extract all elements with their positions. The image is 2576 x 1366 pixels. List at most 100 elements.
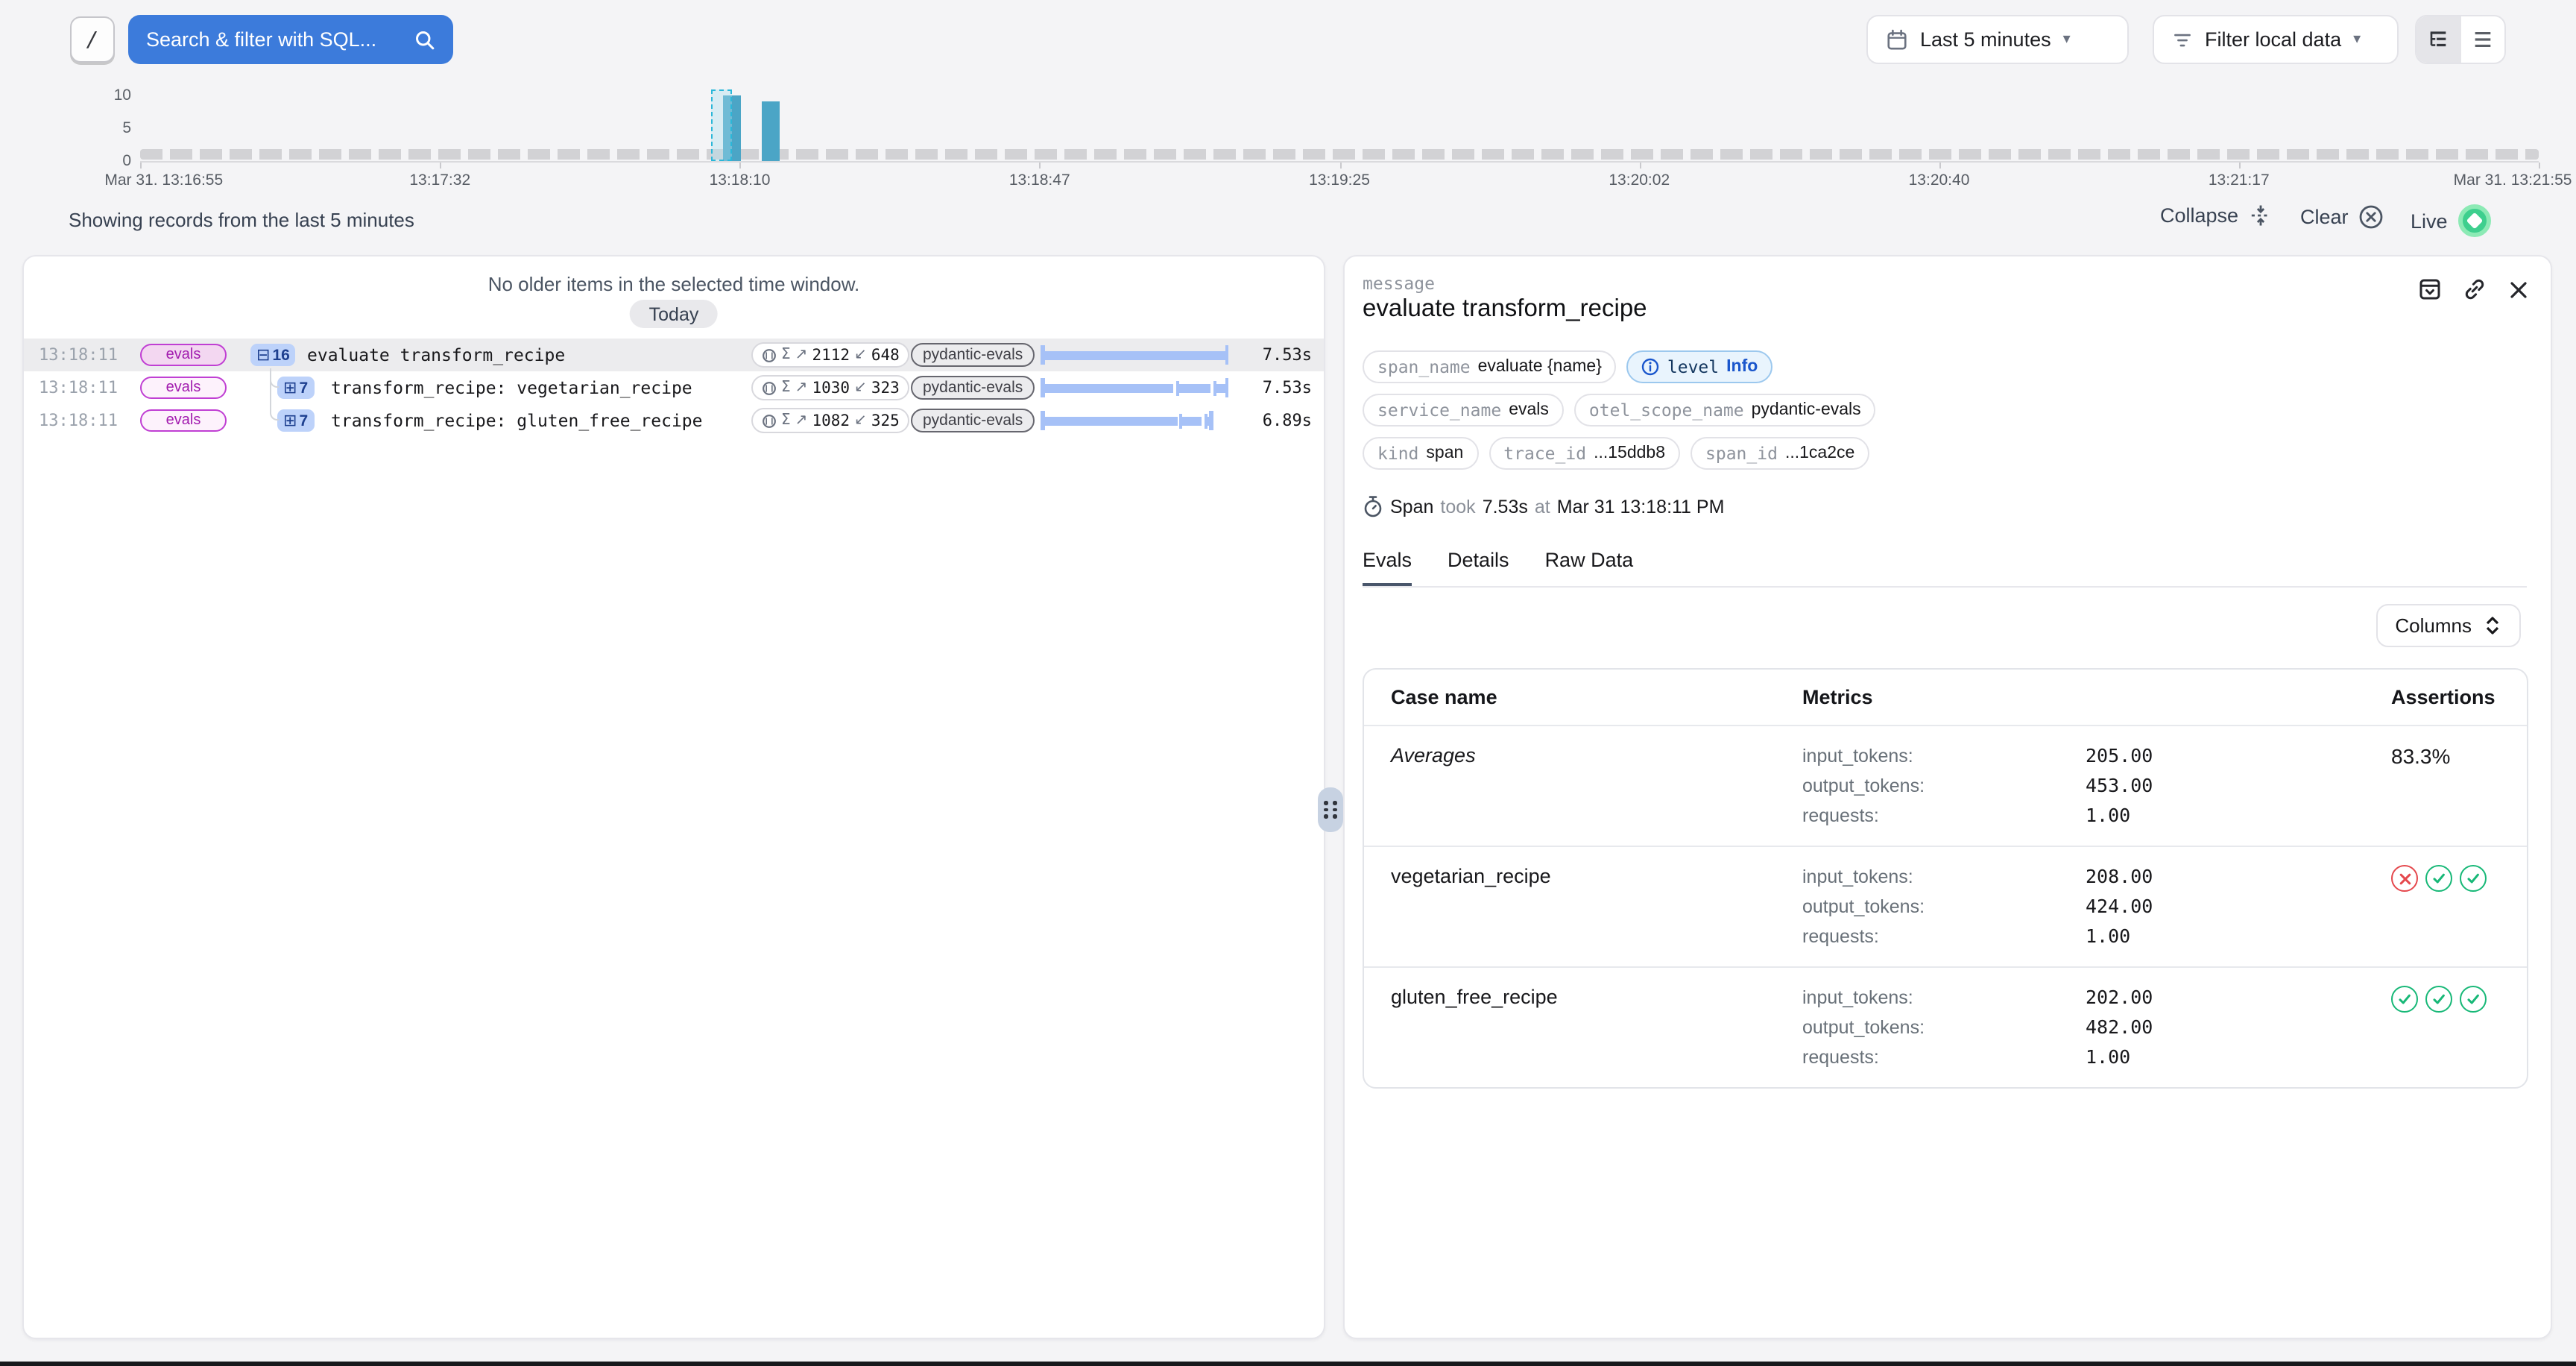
x-tick-mark xyxy=(2539,163,2540,169)
date-pill-today[interactable]: Today xyxy=(630,300,719,328)
span-timing-line: Span took 7.53s at Mar 31 13:18:11 PM xyxy=(1363,495,1724,517)
record-kind-label: message xyxy=(1363,273,1435,294)
timing-duration: 7.53s xyxy=(1483,496,1528,517)
histogram-bar[interactable] xyxy=(762,102,780,161)
timing-prefix: Span xyxy=(1390,496,1433,517)
assertions-percentage: 83.3% xyxy=(2391,741,2500,831)
span-message: transform_recipe: vegetarian_recipe xyxy=(331,377,692,398)
input-tokens: 1030 xyxy=(812,379,850,397)
attr-kind[interactable]: kind span xyxy=(1363,437,1478,470)
trace-row-child[interactable]: 13:18:11 evals ⊞ 7 transform_recipe: glu… xyxy=(24,404,1324,437)
x-tick-mark xyxy=(140,163,142,169)
timeline-histogram[interactable]: 1050 Mar 31. 13:16:5513:17:3213:18:1013:… xyxy=(0,72,2576,200)
attr-span-id[interactable]: span_id ...1ca2ce xyxy=(1690,437,1869,470)
trace-row-child[interactable]: 13:18:11 evals ⊞ 7 transform_recipe: veg… xyxy=(24,371,1324,404)
row-timestamp: 13:18:11 xyxy=(39,411,118,430)
collapse-button[interactable]: Collapse xyxy=(2160,204,2271,227)
clear-button[interactable]: Clear xyxy=(2300,204,2384,230)
output-arrow-icon: ↙ xyxy=(854,380,867,396)
showing-records-text: Showing records from the last 5 minutes xyxy=(69,209,414,231)
metric-value: 202.00 xyxy=(2086,983,2391,1013)
live-toggle[interactable]: Live xyxy=(2411,204,2491,237)
assertion-pass-icon xyxy=(2460,865,2487,892)
x-tick-label: 13:17:32 xyxy=(409,171,470,189)
keyboard-shortcut-slash: / xyxy=(70,16,115,63)
tree-expand-toggle[interactable]: ⊞ 7 xyxy=(277,377,314,399)
metric-value: 424.00 xyxy=(2086,892,2391,922)
x-tick-mark xyxy=(1339,163,1341,169)
metric-label: input_tokens: xyxy=(1802,983,2086,1013)
duration-bar xyxy=(1041,411,1228,430)
metric-label: input_tokens: xyxy=(1802,741,2086,771)
collapse-icon xyxy=(2249,204,2271,227)
metric-value: 208.00 xyxy=(2086,862,2391,892)
span-message: transform_recipe: gluten_free_recipe xyxy=(331,410,703,431)
metric-label: requests: xyxy=(1802,1042,2086,1072)
filter-local-data-button[interactable]: Filter local data ▾ xyxy=(2153,15,2399,64)
metrics-cell: input_tokens:208.00 output_tokens:424.00… xyxy=(1802,862,2391,951)
output-arrow-icon: ↙ xyxy=(854,347,867,363)
minus-square-icon: ⊟ xyxy=(256,345,270,365)
close-icon[interactable] xyxy=(2507,278,2530,300)
filter-local-data-label: Filter local data xyxy=(2205,28,2341,51)
attr-level[interactable]: level Info xyxy=(1627,350,1772,383)
tree-expand-toggle[interactable]: ⊞ 7 xyxy=(277,409,314,432)
output-tokens: 648 xyxy=(871,346,900,364)
evals-table-row[interactable]: gluten_free_recipe input_tokens:202.00 o… xyxy=(1364,966,2527,1087)
tab-details[interactable]: Details xyxy=(1448,549,1509,586)
metric-value: 1.00 xyxy=(2086,922,2391,951)
token-usage-pill: Σ ↗ 1030 ↙ 323 xyxy=(751,375,910,400)
output-tokens: 323 xyxy=(871,379,900,397)
attr-otel-scope-name[interactable]: otel_scope_name pydantic-evals xyxy=(1574,394,1876,427)
evals-table-row[interactable]: vegetarian_recipe input_tokens:208.00 ou… xyxy=(1364,846,2527,966)
list-view-icon xyxy=(2472,28,2494,51)
metric-label: requests: xyxy=(1802,801,2086,831)
metric-label: input_tokens: xyxy=(1802,862,2086,892)
x-tick-mark xyxy=(1939,163,1941,169)
span-message: evaluate transform_recipe xyxy=(307,344,565,365)
metric-label: requests: xyxy=(1802,922,2086,951)
attr-span-name[interactable]: span_name evaluate {name} xyxy=(1363,350,1617,383)
y-tick-label: 10 xyxy=(83,86,131,104)
panel-resize-handle[interactable] xyxy=(1318,787,1343,832)
tab-evals[interactable]: Evals xyxy=(1363,549,1412,586)
filter-icon xyxy=(2172,29,2193,50)
evals-table-header: Case name Metrics Assertions xyxy=(1364,670,2527,725)
tree-view-toggle[interactable] xyxy=(2416,16,2460,63)
trace-row-parent[interactable]: 13:18:11 evals ⊟ 16 evaluate transform_r… xyxy=(24,339,1324,371)
service-tag-badge: evals xyxy=(140,344,227,366)
time-range-button[interactable]: Last 5 minutes ▾ xyxy=(1866,15,2129,64)
otel-scope-badge: pydantic-evals xyxy=(911,376,1035,400)
x-tick-label: 13:18:10 xyxy=(710,171,771,189)
x-tick-mark xyxy=(1040,163,1041,169)
assertion-icons xyxy=(2391,983,2500,1072)
tree-collapse-toggle[interactable]: ⊟ 16 xyxy=(250,344,296,366)
tab-raw-data[interactable]: Raw Data xyxy=(1545,549,1634,586)
list-view-toggle[interactable] xyxy=(2460,16,2504,63)
duration-text: 6.89s xyxy=(1263,411,1312,430)
x-tick-mark xyxy=(2239,163,2241,169)
search-button[interactable]: Search & filter with SQL... xyxy=(128,15,453,64)
token-usage-pill: Σ ↗ 2112 ↙ 648 xyxy=(751,342,910,368)
row-timestamp: 13:18:11 xyxy=(39,345,118,365)
time-selection-box[interactable] xyxy=(712,89,733,161)
metrics-cell: input_tokens:205.00 output_tokens:453.00… xyxy=(1802,741,2391,831)
span-attribute-pills: span_name evaluate {name} level Info ser… xyxy=(1363,350,1920,470)
timing-timestamp: Mar 31 13:18:11 PM xyxy=(1557,496,1725,517)
plus-square-icon: ⊞ xyxy=(283,411,297,430)
x-tick-label: Mar 31. 13:21:55 xyxy=(2454,171,2572,189)
dock-panel-icon[interactable] xyxy=(2418,277,2442,301)
attr-service-name[interactable]: service_name evals xyxy=(1363,394,1564,427)
x-tick-label: Mar 31. 13:16:55 xyxy=(104,171,223,189)
chevron-down-icon: ▾ xyxy=(2353,31,2361,48)
timing-took-word: took xyxy=(1440,496,1475,517)
evals-table-row[interactable]: Averages input_tokens:205.00 output_toke… xyxy=(1364,725,2527,846)
columns-button[interactable]: Columns xyxy=(2375,604,2521,647)
assertion-pass-icon xyxy=(2425,865,2452,892)
y-tick-label: 5 xyxy=(83,119,131,137)
service-tag-badge: evals xyxy=(140,377,227,399)
plus-square-icon: ⊞ xyxy=(283,378,297,397)
case-name: gluten_free_recipe xyxy=(1391,983,1802,1072)
attr-trace-id[interactable]: trace_id ...15ddb8 xyxy=(1489,437,1680,470)
copy-link-icon[interactable] xyxy=(2463,277,2487,301)
